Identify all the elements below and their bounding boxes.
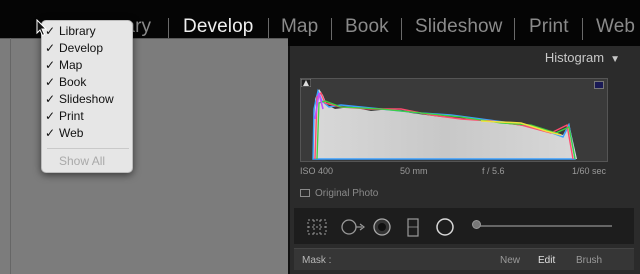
menu-item-label: Web: [59, 126, 84, 140]
right-panel: Histogram ▼ ISO 400 50 mm f / 5.6 1/60 s…: [288, 46, 640, 274]
panel-edge: [10, 38, 11, 274]
graduated-filter-icon[interactable]: [406, 218, 420, 238]
menu-item-map[interactable]: ✓ Map: [45, 58, 82, 75]
checkmark-icon: ✓: [45, 92, 56, 106]
mask-new-button[interactable]: New: [500, 255, 520, 266]
module-slideshow[interactable]: Slideshow: [415, 16, 503, 38]
original-photo-label: Original Photo: [315, 188, 379, 199]
checkmark-icon: ✓: [45, 126, 56, 140]
shadow-clipping-icon[interactable]: [301, 79, 311, 87]
histogram-header[interactable]: Histogram ▼: [290, 50, 620, 65]
exif-focal-length: 50 mm: [400, 166, 428, 176]
checkmark-icon: ✓: [45, 58, 56, 72]
menu-item-label: Map: [59, 58, 83, 72]
module-map[interactable]: Map: [281, 16, 318, 38]
brush-slider-handle[interactable]: [472, 220, 481, 229]
original-photo-toggle[interactable]: Original Photo: [300, 188, 378, 199]
mask-brush-button[interactable]: Brush: [576, 255, 602, 266]
red-eye-icon[interactable]: [372, 218, 392, 236]
menu-item-label: Print: [59, 109, 84, 123]
module-separator: [331, 18, 332, 40]
histogram-display[interactable]: [300, 78, 608, 162]
crop-overlay-icon[interactable]: [306, 218, 328, 236]
menu-item-show-all[interactable]: Show All: [59, 154, 105, 171]
menu-item-slideshow[interactable]: ✓ Slideshow: [45, 92, 114, 109]
module-develop[interactable]: Develop: [183, 16, 253, 38]
checkmark-icon: ✓: [45, 41, 56, 55]
mask-edit-button[interactable]: Edit: [538, 255, 555, 266]
checkbox-icon: [300, 189, 310, 197]
highlight-clipping-icon[interactable]: [594, 81, 604, 89]
mask-label: Mask :: [302, 255, 332, 266]
brush-slider-track[interactable]: [474, 225, 612, 227]
menu-item-label: Book: [59, 75, 87, 89]
module-separator: [582, 18, 583, 40]
tool-strip: [294, 208, 634, 244]
menu-item-print[interactable]: ✓ Print: [45, 109, 84, 126]
module-book[interactable]: Book: [345, 16, 389, 38]
exif-aperture: f / 5.6: [482, 166, 505, 176]
menu-item-label: Library: [59, 24, 96, 38]
menu-item-library[interactable]: ✓ Library: [45, 24, 96, 41]
module-separator: [168, 18, 169, 40]
spot-removal-icon[interactable]: [340, 218, 366, 236]
checkmark-icon: ✓: [45, 75, 56, 89]
histogram-graph: [312, 88, 577, 160]
menu-item-web[interactable]: ✓ Web: [45, 126, 83, 143]
checkmark-icon: ✓: [45, 109, 56, 123]
module-separator: [401, 18, 402, 40]
menu-divider: [47, 148, 129, 149]
module-separator: [268, 18, 269, 40]
exif-shutter: 1/60 sec: [572, 166, 607, 176]
histogram-title: Histogram: [544, 50, 605, 65]
module-web[interactable]: Web: [596, 16, 635, 38]
module-visibility-menu: ✓ Library ✓ Develop ✓ Map ✓ Book ✓ Slideshow …: [41, 20, 133, 173]
menu-item-label: Slideshow: [59, 92, 114, 106]
exif-iso: ISO 400: [300, 166, 334, 176]
collapse-triangle-icon[interactable]: ▼: [610, 54, 620, 65]
menu-item-book[interactable]: ✓ Book: [45, 75, 86, 92]
radial-filter-icon[interactable]: [435, 218, 455, 238]
mouse-cursor-icon: [36, 19, 48, 37]
menu-item-develop[interactable]: ✓ Develop: [45, 41, 103, 58]
menu-item-label: Develop: [59, 41, 104, 55]
module-print[interactable]: Print: [529, 16, 569, 38]
mask-row: Mask : New Edit Brush: [294, 248, 634, 270]
module-separator: [514, 18, 515, 40]
